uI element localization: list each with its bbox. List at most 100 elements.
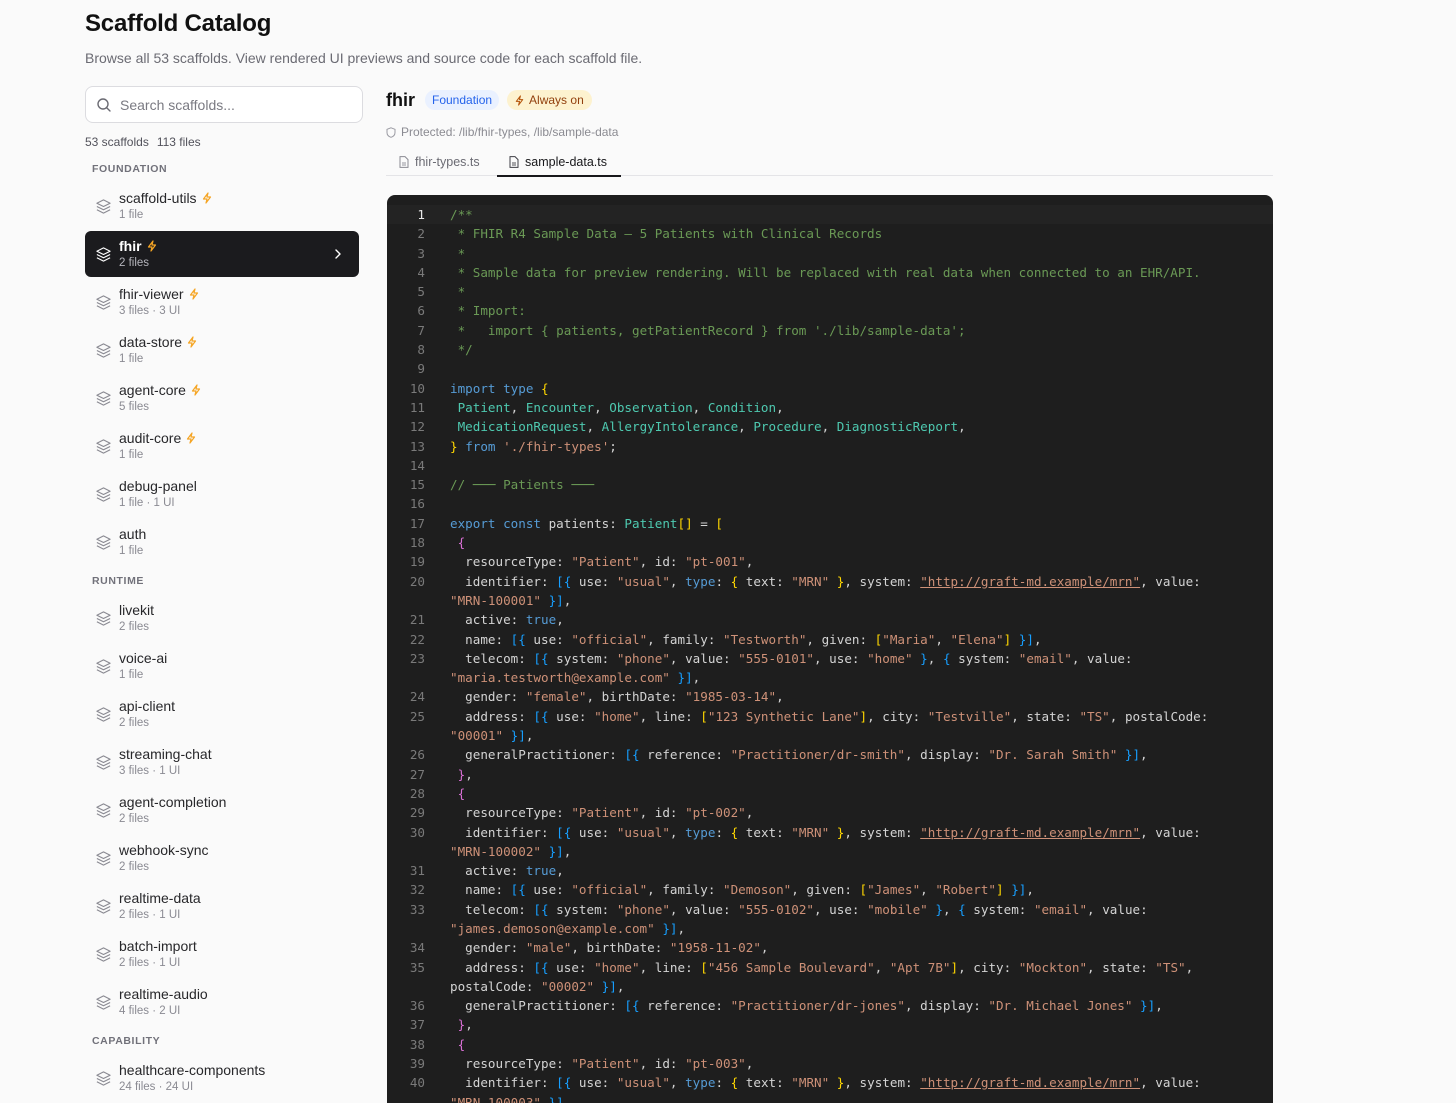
code-token: /** bbox=[450, 207, 473, 222]
code-token: , value: bbox=[1140, 573, 1209, 589]
scaffold-item-audit-core[interactable]: audit-core 1 file bbox=[85, 423, 359, 469]
line-number: 3 bbox=[417, 245, 425, 261]
code-token: , bbox=[1026, 882, 1034, 898]
code-token: system: bbox=[950, 650, 1019, 666]
scaffold-item-voice-ai[interactable]: voice-ai 1 file bbox=[85, 643, 359, 689]
code-token: , bbox=[677, 920, 686, 936]
code-token: , bbox=[821, 419, 837, 435]
scaffold-item-webhook-sync[interactable]: webhook-sync 2 files bbox=[85, 835, 359, 881]
layers-icon bbox=[96, 851, 111, 866]
group-label: RUNTIME bbox=[92, 575, 145, 587]
scaffold-name-text: data-store bbox=[119, 334, 183, 350]
scaffold-item-api-client[interactable]: api-client 2 files bbox=[85, 691, 359, 737]
scaffold-item-auth[interactable]: auth 1 file bbox=[85, 519, 359, 565]
scaffold-meta: 2 files bbox=[119, 257, 150, 269]
scaffold-item-fhir[interactable]: fhir 2 files bbox=[85, 231, 359, 277]
code-token: , bbox=[927, 650, 943, 666]
scaffold-meta: 2 files bbox=[119, 621, 150, 633]
scaffold-item-realtime-data[interactable]: realtime-data 2 files · 1 UI bbox=[85, 883, 359, 929]
scaffold-item-agent-core[interactable]: agent-core 5 files bbox=[85, 375, 359, 421]
code-token: [ bbox=[700, 959, 708, 975]
scaffold-item-streaming-chat[interactable]: streaming-chat 3 files · 1 UI bbox=[85, 739, 359, 785]
scaffold-item-debug-panel[interactable]: debug-panel 1 file · 1 UI bbox=[85, 471, 359, 517]
code-token: , bbox=[776, 399, 784, 415]
code-text: resourceType: "Patient", id: "pt-002", bbox=[450, 803, 1230, 822]
code-token: true bbox=[525, 612, 557, 628]
scaffold-item-batch-import[interactable]: batch-import 2 files · 1 UI bbox=[85, 931, 359, 977]
code-line: 27 }, bbox=[387, 765, 1273, 784]
code-token: "official" bbox=[571, 882, 648, 898]
code-text: * Import: bbox=[450, 301, 1230, 320]
line-number: 39 bbox=[409, 1056, 425, 1072]
code-line: 33 telecom: [{ system: "phone", value: "… bbox=[387, 900, 1273, 939]
code-token: , id: bbox=[639, 554, 686, 570]
code-viewer[interactable]: 1 /** 2 * FHIR R4 Sample Data — 5 Patients… bbox=[387, 195, 1273, 1103]
code-token: , line: bbox=[639, 708, 701, 724]
code-token: use: bbox=[525, 631, 572, 647]
line-number: 23 bbox=[409, 650, 425, 666]
code-token: resourceType: bbox=[450, 1056, 572, 1072]
page-title: Scaffold Catalog bbox=[85, 10, 272, 37]
tab-fhir-types[interactable]: fhir-types.ts bbox=[399, 151, 480, 176]
code-text: resourceType: "Patient", id: "pt-003", bbox=[450, 1054, 1230, 1073]
scaffold-meta: 3 files · 3 UI bbox=[119, 305, 181, 317]
code-token: "456 Sample Boulevard" bbox=[707, 959, 875, 975]
code-token: [{ bbox=[624, 747, 640, 763]
tab-label: fhir-types.ts bbox=[415, 155, 480, 169]
code-text: active: true, bbox=[450, 861, 1230, 880]
code-token: }] bbox=[1018, 631, 1034, 647]
scaffold-name-text: voice-ai bbox=[119, 650, 168, 666]
code-line: 16 bbox=[387, 494, 1273, 513]
always-on-label: Always on bbox=[529, 93, 584, 107]
code-line: 35 address: [{ use: "home", line: ["456 … bbox=[387, 958, 1273, 997]
scaffold-item-fhir-viewer[interactable]: fhir-viewer 3 files · 3 UI bbox=[85, 279, 359, 325]
scaffold-item-healthcare-components[interactable]: healthcare-components 24 files · 24 UI bbox=[85, 1055, 359, 1101]
line-number: 11 bbox=[409, 399, 425, 415]
code-line: 15 // ─── Patients ─── bbox=[387, 475, 1273, 494]
line-number: 1 bbox=[417, 207, 425, 222]
tab-sample-data[interactable]: sample-data.ts bbox=[497, 151, 621, 177]
code-token: : bbox=[715, 1075, 731, 1091]
code-token: name: bbox=[450, 631, 511, 647]
code-token: "phone" bbox=[616, 901, 670, 917]
scaffold-groups: FOUNDATION scaffold-utils 1 file fhir 2 file… bbox=[85, 163, 363, 1101]
code-token: , bbox=[586, 419, 602, 435]
search-input[interactable] bbox=[120, 87, 356, 122]
code-token: , id: bbox=[639, 1056, 686, 1072]
scaffold-name: webhook-sync bbox=[119, 842, 209, 858]
code-token: [ bbox=[859, 882, 868, 898]
scaffold-item-agent-completion[interactable]: agent-completion 2 files bbox=[85, 787, 359, 833]
code-token: , value: bbox=[669, 650, 739, 666]
scaffold-item-livekit[interactable]: livekit 2 files bbox=[85, 595, 359, 641]
code-token: telecom: bbox=[450, 901, 534, 917]
code-token: "usual" bbox=[616, 824, 670, 840]
scaffold-meta: 1 file · 1 UI bbox=[119, 497, 175, 509]
code-text: // ─── Patients ─── bbox=[450, 475, 1230, 494]
code-token: "official" bbox=[571, 631, 648, 647]
code-token: [{ bbox=[556, 824, 572, 840]
code-line: 37 }, bbox=[387, 1015, 1273, 1034]
layers-icon bbox=[96, 1071, 111, 1086]
code-token: use: bbox=[571, 824, 617, 840]
code-token: , bbox=[465, 766, 473, 782]
line-number: 28 bbox=[409, 785, 425, 801]
code-text: generalPractitioner: [{ reference: "Prac… bbox=[450, 996, 1230, 1015]
scaffold-name-text: batch-import bbox=[119, 938, 197, 954]
code-token: system: bbox=[548, 650, 617, 666]
scaffold-name-text: api-client bbox=[119, 698, 176, 714]
code-text: */ bbox=[450, 340, 1230, 359]
code-token: Procedure bbox=[753, 419, 822, 435]
line-number: 21 bbox=[409, 612, 425, 628]
scaffold-item-realtime-audio[interactable]: realtime-audio 4 files · 2 UI bbox=[85, 979, 359, 1025]
code-token: : bbox=[715, 824, 731, 840]
scaffold-item-data-store[interactable]: data-store 1 file bbox=[85, 327, 359, 373]
scaffold-item-scaffold-utils[interactable]: scaffold-utils 1 file bbox=[85, 183, 359, 229]
code-text: * Sample data for preview rendering. Wil… bbox=[450, 263, 1230, 282]
search-box[interactable] bbox=[85, 86, 363, 123]
